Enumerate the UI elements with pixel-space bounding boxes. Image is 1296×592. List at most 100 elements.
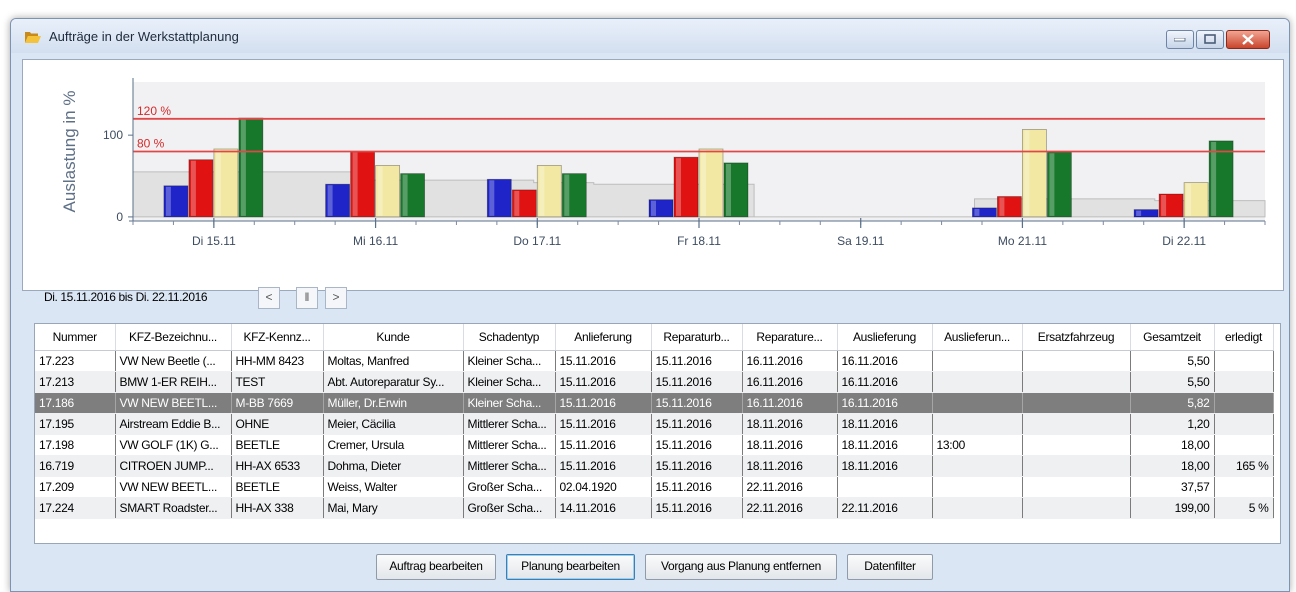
table-row[interactable]: 17.198 VW GOLF (1K) G... BEETLE Cremer, Urs… <box>35 434 1274 456</box>
column-header[interactable]: Auslieferung <box>837 324 933 351</box>
table-cell: Meier, Cäcilia <box>323 413 464 435</box>
x-tick-label: Di 15.11 <box>192 234 236 248</box>
maximize-button[interactable] <box>1196 30 1224 49</box>
window-title: Aufträge in der Werkstattplanung <box>49 29 239 44</box>
column-header[interactable]: KFZ-Kennz... <box>231 324 324 351</box>
chart-bar-highlight <box>240 119 246 216</box>
table-cell: Kleiner Scha... <box>463 392 556 414</box>
table-cell: 17.213 <box>35 371 116 393</box>
table-cell: 18.11.2016 <box>837 413 933 435</box>
table-cell: 16.11.2016 <box>837 392 933 414</box>
table-cell: 13:00 <box>932 434 1023 456</box>
y-axis-title: Auslastung in % <box>60 91 79 213</box>
x-tick-label: Mi 16.11 <box>353 234 398 248</box>
planning-window: Aufträge in der Werkstattplanung 120 % 80… <box>10 18 1290 592</box>
table-cell: BMW 1-ER REIH... <box>115 371 232 393</box>
chart-bar-highlight <box>1186 183 1192 216</box>
table-cell: CITROEN JUMP... <box>115 455 232 477</box>
table-header-row: Nummer KFZ-Bezeichnu... KFZ-Kennz... Kunde S… <box>35 324 1274 351</box>
table-cell: Moltas, Manfred <box>323 350 464 372</box>
table-cell: Müller, Dr.Erwin <box>323 392 464 414</box>
chart-bar-highlight <box>489 180 495 216</box>
y-tick-label: 100 <box>103 128 123 142</box>
table-row[interactable]: 16.719 CITROEN JUMP... HH-AX 6533 Dohma, Di… <box>35 455 1274 477</box>
table-cell: TEST <box>231 371 324 393</box>
table-row[interactable]: 17.223 VW New Beetle (... HH-MM 8423 Moltas… <box>35 350 1274 372</box>
chart-bar-highlight <box>190 160 196 216</box>
table-cell: 15.11.2016 <box>555 350 652 372</box>
table-row[interactable]: 17.186 VW NEW BEETL... M-BB 7669 Müller, Dr… <box>35 392 1274 414</box>
table-cell: Mittlerer Scha... <box>463 413 556 435</box>
pause-button[interactable]: ‖ <box>296 287 318 309</box>
table-cell: Mai, Mary <box>323 497 464 519</box>
table-cell <box>1214 476 1274 498</box>
table-cell: 18.11.2016 <box>837 434 933 456</box>
column-header[interactable]: erledigt <box>1214 324 1274 351</box>
table-cell <box>932 413 1023 435</box>
table-cell: 16.11.2016 <box>742 392 838 414</box>
column-header[interactable]: Schadentyp <box>463 324 556 351</box>
table-cell: 15.11.2016 <box>651 434 743 456</box>
edit-order-button[interactable]: Auftrag bearbeiten <box>376 554 496 580</box>
chart-bar-highlight <box>651 200 656 216</box>
table-cell: 15.11.2016 <box>555 413 652 435</box>
data-filter-button[interactable]: Datenfilter <box>847 554 933 580</box>
table-row[interactable]: 17.195 Airstream Eddie B... OHNE Meier, Cäc… <box>35 413 1274 435</box>
minimize-button[interactable] <box>1166 30 1194 49</box>
column-header[interactable]: Reparaturb... <box>651 324 743 351</box>
table-cell: Airstream Eddie B... <box>115 413 232 435</box>
next-week-button[interactable]: > <box>325 287 347 309</box>
utilization-chart: 120 % 80 % 0 100 Di 15.11 Mi 16.11 Do 17.11 Fr… <box>60 78 1266 248</box>
table-cell: VW GOLF (1K) G... <box>115 434 232 456</box>
x-tick-label: Sa 19.11 <box>837 234 884 248</box>
folder-open-icon <box>25 32 41 43</box>
close-icon <box>1242 34 1254 45</box>
chevron-right-icon: > <box>332 290 340 304</box>
remove-from-planning-button[interactable]: Vorgang aus Planung entfernen <box>645 554 837 580</box>
table-cell: Cremer, Ursula <box>323 434 464 456</box>
table-cell: HH-AX 6533 <box>231 455 324 477</box>
table-cell: 5,82 <box>1130 392 1215 414</box>
table-cell: 22.11.2016 <box>742 497 838 519</box>
table-cell: Kleiner Scha... <box>463 371 556 393</box>
column-header[interactable]: KFZ-Bezeichnu... <box>115 324 232 351</box>
title-bar[interactable]: Aufträge in der Werkstattplanung <box>11 19 1289 53</box>
table-cell <box>932 497 1023 519</box>
column-header[interactable]: Nummer <box>35 324 116 351</box>
prev-week-button[interactable]: < <box>258 287 280 309</box>
table-cell: 15.11.2016 <box>555 392 652 414</box>
table-cell <box>1022 434 1131 456</box>
column-header[interactable]: Ersatzfahrzeug <box>1022 324 1131 351</box>
table-cell: 17.186 <box>35 392 116 414</box>
table-cell: Mittlerer Scha... <box>463 455 556 477</box>
column-header[interactable]: Gesamtzeit <box>1130 324 1215 351</box>
table-cell: 5,50 <box>1130 350 1215 372</box>
x-tick-label: Do 17.11 <box>513 234 561 248</box>
edit-planning-button[interactable]: Planung bearbeiten <box>506 554 635 580</box>
close-button[interactable] <box>1226 30 1270 49</box>
column-header[interactable]: Kunde <box>323 324 464 351</box>
table-cell: Weiss, Walter <box>323 476 464 498</box>
table-cell: BEETLE <box>231 476 324 498</box>
table-cell: 17.195 <box>35 413 116 435</box>
table-cell: 16.11.2016 <box>742 371 838 393</box>
table-row[interactable]: 17.213 BMW 1-ER REIH... TEST Abt. Autorepar… <box>35 371 1274 393</box>
table-cell: 5,50 <box>1130 371 1215 393</box>
chart-bar-highlight <box>1024 130 1030 216</box>
table-cell: 15.11.2016 <box>555 371 652 393</box>
table-cell: Großer Scha... <box>463 476 556 498</box>
table-cell <box>1022 350 1131 372</box>
table-cell: 02.04.1920 <box>555 476 652 498</box>
column-header[interactable]: Auslieferun... <box>932 324 1023 351</box>
table-cell: VW NEW BEETL... <box>115 476 232 498</box>
table-cell <box>932 392 1023 414</box>
column-header[interactable]: Anlieferung <box>555 324 652 351</box>
column-header[interactable]: Reparature... <box>742 324 838 351</box>
orders-grid[interactable]: Nummer KFZ-Bezeichnu... KFZ-Kennz... Kunde S… <box>34 323 1281 544</box>
table-cell: Kleiner Scha... <box>463 350 556 372</box>
chart-bar-highlight <box>564 174 570 216</box>
table-row[interactable]: 17.224 SMART Roadster... HH-AX 338 Mai, Mar… <box>35 497 1274 519</box>
table-cell <box>1022 476 1131 498</box>
table-row[interactable]: 17.209 VW NEW BEETL... BEETLE Weiss, Walter… <box>35 476 1274 498</box>
table-cell: 16.719 <box>35 455 116 477</box>
